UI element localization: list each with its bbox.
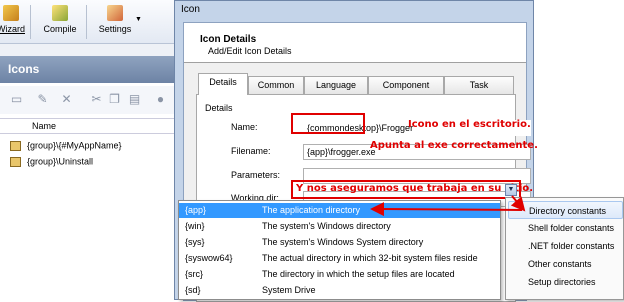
settings-button[interactable]: Settings [92, 3, 138, 41]
annotation-workingdir-note: Y nos aseguramos que trabaja en su sitio… [296, 183, 534, 194]
tab-language[interactable]: Language [304, 76, 368, 94]
new-icon[interactable]: ▭ [10, 93, 23, 106]
menu-item-net-folder-constants[interactable]: .NET folder constants [508, 237, 623, 255]
tab-details[interactable]: Details [198, 73, 248, 95]
settings-dropdown-arrow[interactable]: ▼ [135, 16, 142, 23]
parameters-label: Parameters: [231, 170, 281, 180]
list-item-app[interactable]: {app} The application directory [179, 203, 500, 218]
compile-icon [52, 5, 68, 21]
list-item-syswow64[interactable]: {syswow64} The actual directory in which… [179, 251, 500, 266]
tab-task[interactable]: Task [444, 76, 514, 94]
list-item-win[interactable]: {win} The system's Windows directory [179, 219, 500, 234]
wizard-label: Wizard [0, 24, 25, 34]
menu-item-other-constants[interactable]: Other constants [508, 255, 623, 273]
header-subtitle: Add/Edit Icon Details [208, 46, 292, 56]
menu-item-setup-directories[interactable]: Setup directories [508, 273, 623, 291]
filename-label: Filename: [231, 146, 271, 156]
filename-value: {app}\frogger.exe [307, 147, 376, 157]
workspace-strip [0, 44, 180, 56]
dialog-header: Icon Details Add/Edit Icon Details [184, 23, 526, 63]
copy-icon[interactable]: ❐ [108, 93, 121, 106]
main-toolbar: Wizard Compile Settings ▼ [0, 0, 180, 44]
wizard-button[interactable]: Wizard [0, 3, 26, 41]
details-group-label: Details [205, 103, 233, 113]
tab-strip: Details Common Language Component Task [196, 73, 516, 95]
annotation-highlight-box [291, 113, 365, 134]
shortcut-icon [10, 140, 21, 151]
delete-icon[interactable]: ✕ [60, 93, 73, 106]
compile-button[interactable]: Compile [38, 3, 82, 41]
wizard-icon [3, 5, 19, 21]
icons-action-bar: ▭ ✎ ✕ ✂ ❐ ▤ ● [0, 86, 180, 114]
list-item-sd[interactable]: {sd} System Drive [179, 283, 500, 298]
toolbar-separator [86, 5, 87, 39]
dropdown-icon[interactable]: ▼ [505, 184, 517, 196]
constants-context-menu: Directory constants Shell folder constan… [505, 197, 624, 300]
list-item[interactable]: {group}\Uninstall [10, 154, 180, 168]
toolbar-separator [30, 5, 31, 39]
settings-icon [107, 5, 123, 21]
annotation-filename-note: Apunta al exe correctamente. [370, 140, 538, 151]
name-label: Name: [231, 122, 258, 132]
menu-item-shell-folder-constants[interactable]: Shell folder constants [508, 219, 623, 237]
list-item-sys[interactable]: {sys} The system's Windows System direct… [179, 235, 500, 250]
dialog-title: Icon [181, 4, 200, 15]
shortcut-icon [10, 156, 21, 167]
header-title: Icon Details [200, 34, 257, 45]
column-name: Name [32, 121, 57, 131]
cut-icon[interactable]: ✂ [90, 93, 103, 106]
list-item-src[interactable]: {src} The directory in which the setup f… [179, 267, 500, 282]
directory-constants-list: {app} The application directory {win} Th… [178, 200, 501, 300]
menu-item-directory-constants[interactable]: Directory constants [508, 201, 623, 219]
tab-component[interactable]: Component [368, 76, 444, 94]
tab-common[interactable]: Common [248, 76, 304, 94]
settings-label: Settings [98, 24, 132, 34]
edit-icon[interactable]: ✎ [36, 93, 49, 106]
move-icon[interactable]: ● [154, 93, 167, 106]
list-item[interactable]: {group}\{#MyAppName} [10, 138, 180, 152]
list-column-header[interactable]: Name [0, 118, 180, 134]
paste-icon[interactable]: ▤ [128, 93, 141, 106]
annotation-name-note: Icono en el escritorio. [408, 119, 531, 130]
compile-label: Compile [43, 24, 77, 34]
icons-panel-title: Icons [0, 56, 180, 83]
